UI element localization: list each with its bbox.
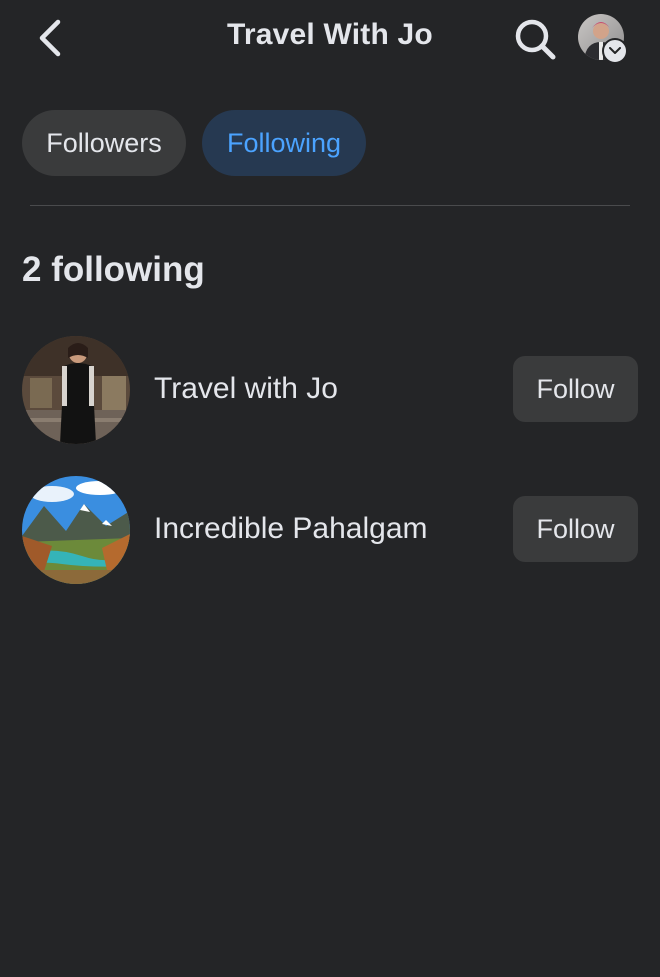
follow-button[interactable]: Follow <box>513 496 638 562</box>
account-name[interactable]: Travel with Jo <box>154 372 338 406</box>
page-title: Travel With Jo <box>227 18 433 51</box>
list-item: Travel with Jo Follow <box>22 336 638 444</box>
following-count: 2 following <box>22 250 205 289</box>
avatar[interactable] <box>22 476 130 584</box>
account-name[interactable]: Incredible Pahalgam <box>154 512 428 546</box>
top-bar: Travel With Jo <box>0 0 660 80</box>
tab-following[interactable]: Following <box>202 110 366 176</box>
search-button[interactable] <box>510 14 560 64</box>
list-item: Incredible Pahalgam Follow <box>22 476 638 584</box>
chevron-down-icon <box>609 47 621 54</box>
avatar[interactable] <box>22 336 130 444</box>
follow-tabs: Followers Following <box>22 110 366 176</box>
profile-menu-badge <box>602 38 628 64</box>
profile-avatar-button[interactable] <box>578 14 628 64</box>
tab-followers[interactable]: Followers <box>22 110 186 176</box>
search-icon <box>515 19 556 60</box>
follow-button[interactable]: Follow <box>513 356 638 422</box>
divider <box>30 205 630 206</box>
